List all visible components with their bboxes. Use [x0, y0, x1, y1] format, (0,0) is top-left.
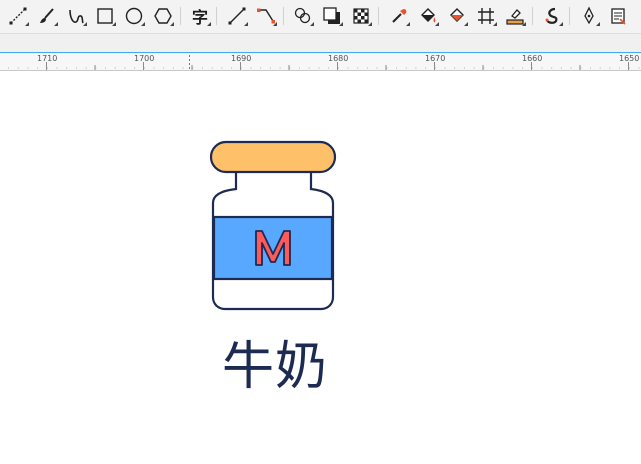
ruler-label: 1680	[328, 54, 349, 63]
text-tool-button[interactable]: 字	[188, 4, 212, 28]
toolbar-separator	[283, 7, 284, 25]
horizontal-ruler[interactable]: 1710 1700 1690 1680 1670 1660 1650	[0, 53, 641, 71]
drawing-canvas[interactable]: 牛奶	[0, 71, 641, 464]
toolbar-separator	[569, 7, 570, 25]
ruler-label: 1690	[231, 54, 252, 63]
blend-tool-button[interactable]	[291, 4, 315, 28]
milk-bottle-icon[interactable]	[0, 71, 641, 464]
freehand-tool-button[interactable]	[64, 4, 88, 28]
ruler-label: 1650	[619, 54, 640, 63]
ruler-ticks	[8, 55, 641, 70]
paste-tool-button[interactable]	[606, 4, 630, 28]
text-icon: 字	[191, 8, 208, 27]
eyedropper-tool-button[interactable]	[387, 4, 411, 28]
toolbar-separator	[378, 7, 379, 25]
property-bar	[0, 34, 641, 53]
artistic-media-tool-button[interactable]	[35, 4, 59, 28]
polygon-tool-button[interactable]	[151, 4, 175, 28]
pen-tool-button[interactable]	[577, 4, 601, 28]
ellipse-tool-button[interactable]	[122, 4, 146, 28]
ruler-label: 1660	[522, 54, 543, 63]
connector-tool-button[interactable]	[225, 4, 249, 28]
transparency-tool-button[interactable]	[349, 4, 373, 28]
dimension-tool-button[interactable]	[254, 4, 278, 28]
toolbox: 字	[0, 0, 641, 34]
bezier-tool-button[interactable]	[6, 4, 30, 28]
toolbar-separator	[532, 7, 533, 25]
toolbar-separator	[180, 7, 181, 25]
fill-tool-button[interactable]	[416, 4, 440, 28]
drop-shadow-tool-button[interactable]	[320, 4, 344, 28]
toolbar-separator	[216, 7, 217, 25]
ruler-label: 1670	[425, 54, 446, 63]
interactive-fill-tool-button[interactable]	[503, 4, 527, 28]
paste-tool-icon	[611, 8, 626, 25]
caption-text[interactable]: 牛奶	[222, 337, 332, 397]
smart-fill-tool-button[interactable]	[445, 4, 469, 28]
mesh-fill-tool-button[interactable]	[474, 4, 498, 28]
ruler-label: 1710	[37, 54, 58, 63]
rectangle-tool-button[interactable]	[93, 4, 117, 28]
smudge-tool-button[interactable]	[540, 4, 564, 28]
ruler-label: 1700	[134, 54, 155, 63]
bottle-label-band	[212, 215, 334, 281]
bottle-cap	[209, 140, 337, 174]
